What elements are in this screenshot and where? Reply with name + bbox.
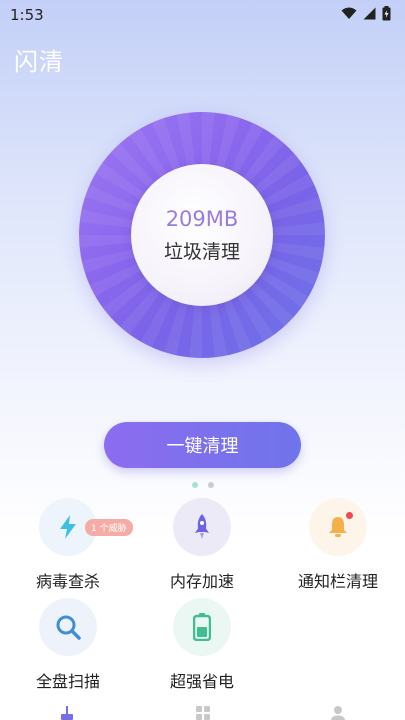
feature-label: 全盘扫描 [35,672,100,691]
junk-size: 209MB [165,206,239,231]
status-icons [341,6,391,21]
battery-status-icon [382,6,391,21]
feature-label: 病毒查杀 [35,572,100,591]
cell-signal-icon [363,7,376,20]
feature-label: 通知栏清理 [297,572,378,591]
status-bar: 1:53 [0,0,405,30]
pager-dot-active [191,482,198,488]
feature-notification-clean[interactable]: 通知栏清理 [288,498,388,592]
feature-label: 内存加速 [169,572,234,591]
wifi-icon [341,7,357,19]
one-click-clean-button[interactable]: 一键清理 [104,422,301,468]
broom-nav-icon[interactable] [60,706,74,720]
bottom-nav [0,704,405,720]
feature-virus-scan-icon-wrap: 1 个威胁 [39,498,133,556]
grid-nav-icon[interactable] [196,706,210,720]
feature-label: 超强省电 [169,672,234,691]
rocket-icon [195,514,209,539]
pager-dot [207,482,214,488]
feature-full-scan-icon-wrap [39,598,97,656]
profile-nav-icon[interactable] [331,706,345,720]
feature-power-save-icon-wrap [173,598,231,656]
app-title: 闪清 [14,48,64,76]
feature-memory-boost-icon-wrap [173,498,231,556]
status-time: 1:53 [10,6,44,24]
battery-icon [193,613,211,641]
feature-power-save[interactable]: 超强省电 [152,598,252,692]
feature-notification-clean-icon-wrap [309,498,367,556]
lightning-icon [60,515,76,539]
feature-virus-scan[interactable]: 1 个威胁 病毒查杀 [18,498,133,592]
threat-badge: 1 个威胁 [85,519,133,536]
notification-dot [346,512,353,519]
junk-label: 垃圾清理 [163,240,240,263]
junk-cleaner-core[interactable]: 209MB 垃圾清理 [131,164,273,306]
feature-memory-boost[interactable]: 内存加速 [152,498,252,592]
pager-dots [0,482,405,488]
magnifier-icon [56,615,81,640]
bell-icon [329,517,347,537]
feature-full-scan[interactable]: 全盘扫描 [18,598,118,692]
